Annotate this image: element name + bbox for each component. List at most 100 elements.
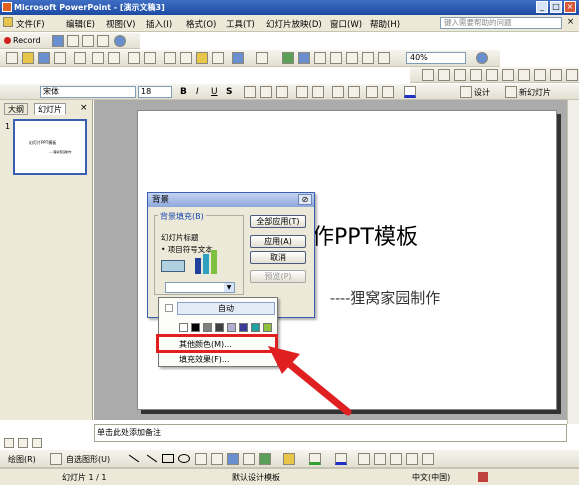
menu-format[interactable]: 格式(O)	[186, 18, 216, 30]
align-right-icon[interactable]	[276, 86, 288, 98]
tab-outline[interactable]: 大纲	[4, 103, 28, 115]
dialog-help-icon[interactable]: ⊘	[298, 194, 312, 205]
textbox-icon[interactable]	[195, 453, 207, 465]
diagram-icon[interactable]	[227, 453, 239, 465]
normal-view-icon[interactable]	[4, 438, 14, 448]
shape-tool-1-icon[interactable]	[422, 69, 434, 81]
swatch-black[interactable]	[191, 323, 200, 332]
vertical-scrollbar[interactable]	[567, 100, 579, 424]
italic-button[interactable]: I	[196, 87, 199, 97]
menu-help[interactable]: 帮助(H)	[370, 18, 400, 30]
shadow-button[interactable]: S	[226, 87, 232, 97]
decrease-indent-icon[interactable]	[366, 86, 378, 98]
line-color-icon[interactable]	[309, 453, 321, 465]
zoom-select[interactable]: 40%	[406, 52, 466, 64]
print-preview-icon[interactable]	[108, 52, 120, 64]
tool-icon[interactable]	[67, 35, 79, 47]
shape-tool-10-icon[interactable]	[566, 69, 578, 81]
shape-tool-5-icon[interactable]	[486, 69, 498, 81]
shape-tool-8-icon[interactable]	[534, 69, 546, 81]
permission-icon[interactable]	[54, 52, 66, 64]
macro-icon[interactable]	[52, 35, 64, 47]
cut-icon[interactable]	[164, 52, 176, 64]
swatch-dark-gray[interactable]	[215, 323, 224, 332]
panel-close-icon[interactable]: ×	[80, 103, 88, 113]
spelling-icon[interactable]	[128, 52, 140, 64]
swatch-gray[interactable]	[203, 323, 212, 332]
color-grayscale-icon[interactable]	[378, 52, 390, 64]
rectangle-icon[interactable]	[162, 454, 174, 463]
expand-icon[interactable]	[346, 52, 358, 64]
swatch-white[interactable]	[179, 323, 188, 332]
bullets-icon[interactable]	[312, 86, 324, 98]
autoshapes-button[interactable]: 自选图形(U)	[66, 454, 110, 465]
apply-all-button[interactable]: 全部应用(T)	[250, 215, 306, 228]
new-slide-button[interactable]: 新幻灯片	[519, 87, 551, 98]
font-size-select[interactable]: 18	[138, 86, 172, 98]
swatch-green[interactable]	[263, 323, 272, 332]
shape-tool-4-icon[interactable]	[470, 69, 482, 81]
new-icon[interactable]	[6, 52, 18, 64]
shape-tool-9-icon[interactable]	[550, 69, 562, 81]
menu-window[interactable]: 窗口(W)	[330, 18, 362, 30]
tables-borders-icon[interactable]	[314, 52, 326, 64]
bold-button[interactable]: B	[180, 87, 187, 97]
help-search-input[interactable]: 键入需要帮助的问题	[440, 17, 562, 29]
apply-button[interactable]: 应用(A)	[250, 235, 306, 248]
hyperlink-icon[interactable]	[330, 52, 342, 64]
align-center-icon[interactable]	[260, 86, 272, 98]
redo-icon[interactable]	[256, 52, 268, 64]
notes-pane[interactable]: 单击此处添加备注	[94, 424, 567, 442]
slideshow-view-icon[interactable]	[32, 438, 42, 448]
arrow-style-icon[interactable]	[390, 453, 402, 465]
save-icon[interactable]	[38, 52, 50, 64]
increase-font-icon[interactable]	[332, 86, 344, 98]
decrease-font-icon[interactable]	[348, 86, 360, 98]
picture-icon[interactable]	[259, 453, 271, 465]
design-button[interactable]: 设计	[474, 87, 490, 98]
align-left-icon[interactable]	[244, 86, 256, 98]
format-painter-icon[interactable]	[212, 52, 224, 64]
help-icon[interactable]	[114, 35, 126, 47]
copy-icon[interactable]	[180, 52, 192, 64]
numbering-icon[interactable]	[296, 86, 308, 98]
menu-edit[interactable]: 编辑(E)	[66, 18, 95, 30]
fill-color-select[interactable]: ▼	[165, 282, 235, 293]
slide-title[interactable]: 作PPT模板	[312, 219, 418, 251]
maximize-button[interactable]: □	[550, 1, 562, 13]
menu-file[interactable]: 文件(F)	[16, 18, 45, 30]
shape-tool-6-icon[interactable]	[502, 69, 514, 81]
paste-icon[interactable]	[196, 52, 208, 64]
insert-chart-icon[interactable]	[282, 52, 294, 64]
menu-view[interactable]: 视图(V)	[106, 18, 135, 30]
font-select[interactable]: 宋体	[40, 86, 136, 98]
new-slide-icon[interactable]	[505, 86, 517, 98]
properties-icon[interactable]	[82, 35, 94, 47]
swatch-lavender[interactable]	[227, 323, 236, 332]
record-button[interactable]: Record	[13, 36, 41, 45]
underline-button[interactable]: U	[211, 87, 218, 97]
menu-slideshow[interactable]: 幻灯片放映(D)	[266, 18, 322, 30]
minimize-button[interactable]: _	[536, 1, 548, 13]
dash-style-icon[interactable]	[374, 453, 386, 465]
auto-color-option[interactable]: 自动	[177, 302, 275, 315]
research-icon[interactable]	[144, 52, 156, 64]
close-button[interactable]: ×	[564, 1, 576, 13]
draw-menu-button[interactable]: 绘图(R)	[8, 454, 36, 465]
swatch-teal[interactable]	[251, 323, 260, 332]
fill-color-icon[interactable]	[283, 453, 295, 465]
increase-indent-icon[interactable]	[382, 86, 394, 98]
line-icon[interactable]	[128, 454, 140, 463]
options-icon[interactable]	[97, 35, 109, 47]
open-icon[interactable]	[22, 52, 34, 64]
oval-icon[interactable]	[178, 454, 190, 463]
menu-insert[interactable]: 插入(I)	[146, 18, 172, 30]
slide-subtitle[interactable]: ----狸窝家园制作	[330, 287, 440, 308]
sorter-view-icon[interactable]	[18, 438, 28, 448]
wordart-icon[interactable]	[211, 453, 223, 465]
design-icon[interactable]	[460, 86, 472, 98]
chevron-down-icon[interactable]: ▼	[224, 283, 234, 292]
email-icon[interactable]	[74, 52, 86, 64]
shape-tool-2-icon[interactable]	[438, 69, 450, 81]
shape-tool-7-icon[interactable]	[518, 69, 530, 81]
